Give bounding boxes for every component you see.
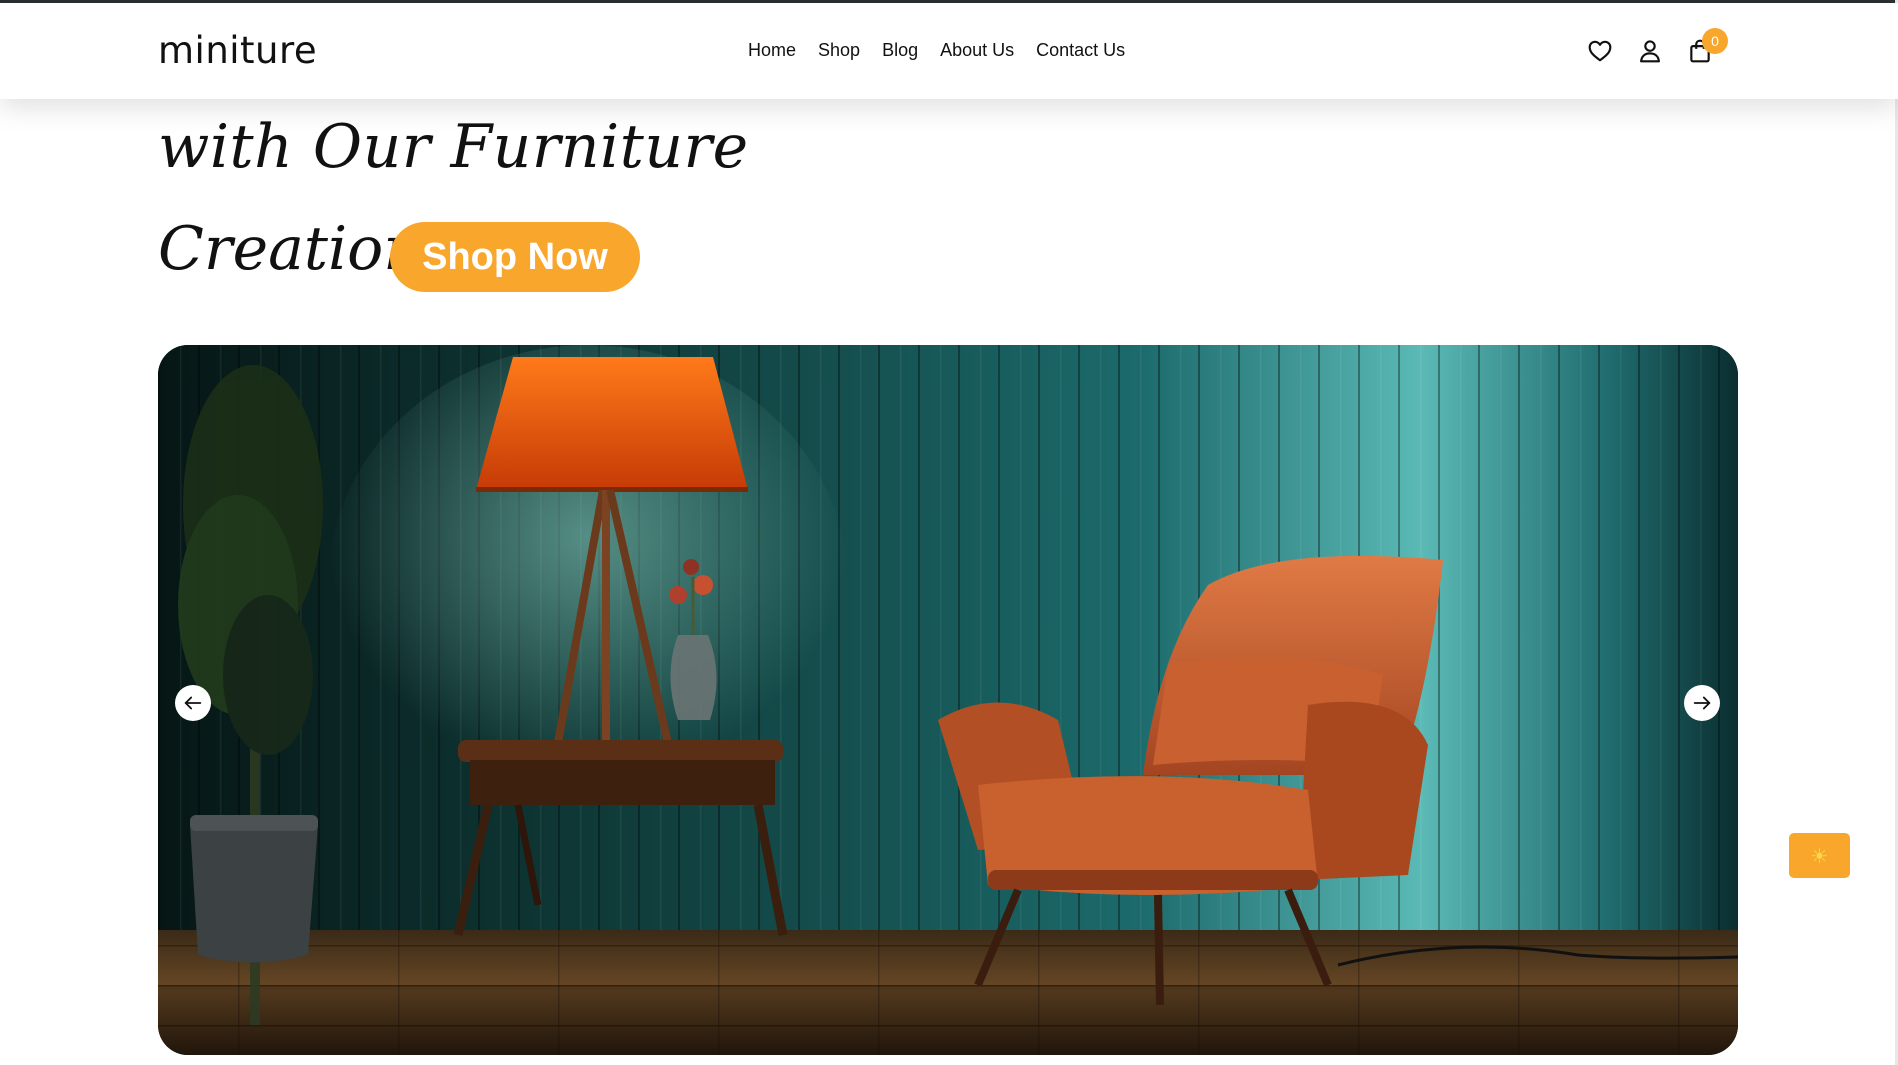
nav-shop[interactable]: Shop [818,40,860,61]
hero-heading-line-1: with Our Furniture [158,112,749,182]
nav-home[interactable]: Home [748,40,796,61]
theme-toggle-button[interactable]: ☀ [1789,833,1850,878]
header-icons: 0 [1586,28,1728,65]
arrow-right-icon [1693,696,1711,710]
user-icon [1640,40,1660,63]
account-button[interactable] [1636,37,1664,65]
hero-slider [158,345,1738,1055]
arrow-left-icon [184,696,202,710]
slider-next-button[interactable] [1684,685,1720,721]
nav-blog[interactable]: Blog [882,40,918,61]
site-logo[interactable]: miniture [158,29,317,72]
nav-about-us[interactable]: About Us [940,40,1014,61]
heart-icon [1588,40,1612,62]
slider-prev-button[interactable] [175,685,211,721]
shop-now-button[interactable]: Shop Now [390,222,640,292]
nav-contact-us[interactable]: Contact Us [1036,40,1125,61]
site-header: miniture Home Shop Blog About Us Contact… [0,3,1898,99]
slide-image [158,345,1738,1055]
sun-icon: ☀ [1810,843,1829,868]
main-nav: Home Shop Blog About Us Contact Us [748,40,1125,61]
cart-button[interactable]: 0 [1686,28,1728,65]
cart-count-badge: 0 [1702,28,1728,54]
wishlist-button[interactable] [1586,37,1614,65]
